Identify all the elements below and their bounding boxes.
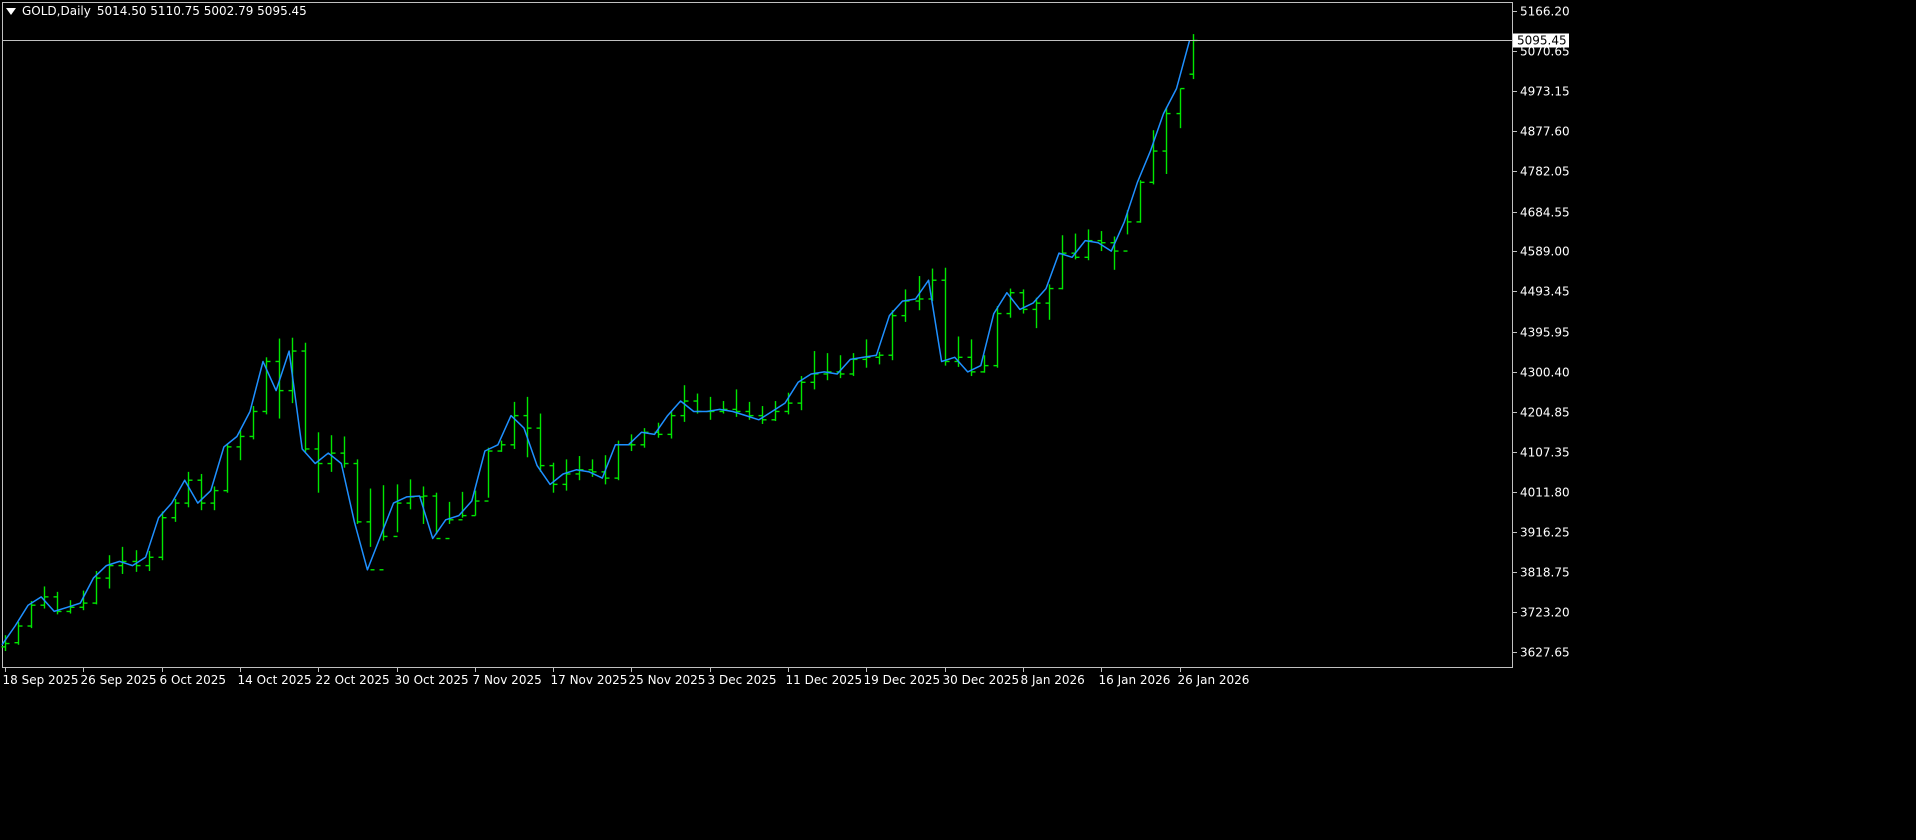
ohlc-bar <box>1123 210 1132 252</box>
x-axis-label: 30 Oct 2025 <box>395 673 469 687</box>
y-axis-label: 3723.20 <box>1520 606 1570 620</box>
ohlc-bar <box>184 471 193 508</box>
y-axis-label: 4877.60 <box>1520 125 1570 139</box>
y-axis-label: 4107.35 <box>1520 446 1570 460</box>
ohlc-bar <box>640 428 649 448</box>
ohlc-bar <box>471 490 480 517</box>
y-axis-label: 4973.15 <box>1520 85 1570 99</box>
ohlc-values: 5014.50 5110.75 5002.79 5095.45 <box>96 4 307 18</box>
y-axis-label: 3627.65 <box>1520 646 1570 660</box>
y-axis-label: 5166.20 <box>1520 5 1570 19</box>
ohlc-bar <box>901 289 910 322</box>
ohlc-bar <box>575 456 584 481</box>
ohlc-bar <box>1097 231 1106 252</box>
y-axis-label: 4589.00 <box>1520 245 1570 259</box>
ohlc-bar <box>1058 235 1067 290</box>
y-axis-label: 4493.45 <box>1520 285 1570 299</box>
y-axis-label: 4684.55 <box>1520 206 1570 220</box>
ohlc-bar <box>1084 229 1093 261</box>
symbol-label: GOLD,Daily <box>22 4 91 18</box>
ohlc-bar <box>353 459 362 524</box>
ohlc-bar <box>1045 284 1054 320</box>
x-axis-label: 17 Nov 2025 <box>551 673 628 687</box>
x-axis-label: 14 Oct 2025 <box>238 673 312 687</box>
ohlc-bar <box>667 411 676 439</box>
ohlc-bar <box>223 443 232 493</box>
ohlc-bar <box>510 401 519 449</box>
ohlc-bar <box>862 339 871 368</box>
ohlc-bar <box>536 413 545 472</box>
ohlc-bar <box>393 484 402 538</box>
ohlc-bar <box>941 267 950 366</box>
current-price-label: 5095.45 <box>1517 34 1567 48</box>
ohlc-bar <box>1110 236 1119 270</box>
ohlc-bar <box>262 357 271 415</box>
ohlc-bar <box>993 306 1002 368</box>
ohlc-bar <box>888 310 897 361</box>
x-axis-label: 19 Dec 2025 <box>864 673 941 687</box>
ohlc-bar <box>1149 130 1158 185</box>
ohlc-bar <box>197 473 206 511</box>
ohlc-bar <box>562 459 571 491</box>
ohlc-bar <box>719 401 728 414</box>
ohlc-bar <box>158 511 167 561</box>
x-axis-label: 26 Jan 2026 <box>1178 673 1250 687</box>
chart-window: 5166.20 5070.65 4973.15 4877.60 4782.05 4684.… <box>0 0 1916 840</box>
plot-frame <box>2 2 1513 668</box>
chart-header: GOLD,Daily 5014.50 5110.75 5002.79 5095.… <box>6 4 307 18</box>
x-axis-label: 8 Jan 2026 <box>1021 673 1085 687</box>
ohlc-bar <box>1162 107 1171 174</box>
y-axis-label: 4300.40 <box>1520 366 1570 380</box>
ohlc-bar <box>1136 180 1145 223</box>
chart-menu-triangle-icon[interactable] <box>6 7 16 15</box>
ohlc-bar <box>784 392 793 415</box>
ohlc-bar <box>406 479 415 510</box>
y-axis-label: 4011.80 <box>1520 486 1570 500</box>
ohlc-bar <box>549 462 558 493</box>
y-axis-label: 3818.75 <box>1520 566 1570 580</box>
y-axis-label: 4395.95 <box>1520 326 1570 340</box>
ohlc-bar <box>432 492 441 540</box>
y-axis-label: 4782.05 <box>1520 165 1570 179</box>
ohlc-bar <box>301 342 310 452</box>
x-axis-label: 26 Sep 2025 <box>81 673 157 687</box>
ohlc-bar <box>614 440 623 481</box>
price-chart[interactable]: 5166.205070.654973.154877.604782.054684.… <box>0 0 1916 840</box>
x-axis-label: 11 Dec 2025 <box>786 673 863 687</box>
ohlc-bar <box>105 555 114 589</box>
ohlc-bar <box>484 447 493 502</box>
ohlc-bar <box>118 546 127 574</box>
ohlc-bar <box>693 393 702 414</box>
x-axis-label: 22 Oct 2025 <box>316 673 390 687</box>
ohlc-bar <box>823 353 832 381</box>
ohlc-bar <box>706 396 715 420</box>
ohlc-bar <box>79 590 88 611</box>
ohlc-bar <box>810 351 819 390</box>
x-axis-label: 30 Dec 2025 <box>943 673 1020 687</box>
x-axis-label: 18 Sep 2025 <box>3 673 79 687</box>
close-line-series <box>1 40 1191 646</box>
y-axis-label: 3916.25 <box>1520 526 1570 540</box>
x-axis-label: 6 Oct 2025 <box>160 673 227 687</box>
ohlc-bar <box>1019 289 1028 314</box>
x-axis-label: 16 Jan 2026 <box>1099 673 1171 687</box>
y-axis-label: 4204.85 <box>1520 406 1570 420</box>
ohlc-bar <box>849 353 858 377</box>
ohlc-bar <box>366 488 375 571</box>
ohlc-bar <box>1176 87 1185 129</box>
x-axis-label: 3 Dec 2025 <box>708 673 777 687</box>
x-axis-label: 25 Nov 2025 <box>629 673 706 687</box>
x-axis-label: 7 Nov 2025 <box>473 673 542 687</box>
